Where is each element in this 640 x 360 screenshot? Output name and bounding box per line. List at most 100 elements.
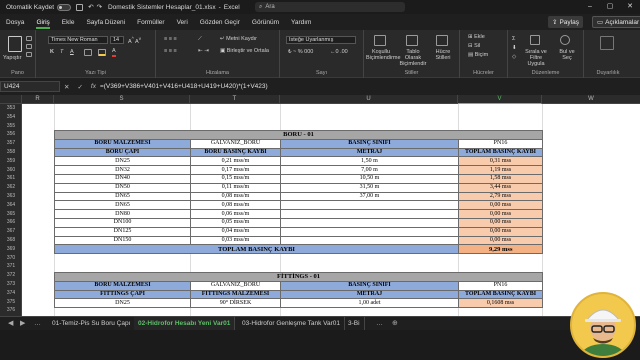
cell[interactable]: DN125 — [54, 226, 191, 237]
cell[interactable]: 1,58 mss — [457, 173, 544, 184]
align-top-icon[interactable]: ≡ ≡ ≡ — [164, 36, 177, 42]
cell[interactable]: 0,1608 mss — [457, 298, 544, 309]
search-box[interactable]: ⌕ Ara — [255, 2, 405, 12]
tab-dosya[interactable]: Dosya — [6, 19, 24, 26]
cell[interactable]: 0,04 mss/m — [190, 226, 281, 237]
cell[interactable]: 0,21 mss/m — [190, 156, 281, 167]
number-format-select[interactable]: İsteğe Uyarlanmış — [286, 36, 356, 44]
cell[interactable]: 31,50 m — [280, 182, 459, 193]
cell[interactable]: 0,06 mss/m — [190, 209, 281, 219]
cell[interactable]: DN65 — [54, 191, 191, 202]
fx-icon[interactable]: fx — [91, 83, 96, 90]
redo-icon[interactable]: ↷ — [97, 3, 102, 11]
row-header[interactable]: 371 — [0, 262, 22, 271]
find-select-label[interactable]: Bul ve Seç — [556, 49, 578, 61]
cancel-icon[interactable]: ✕ — [64, 83, 69, 91]
format-cells-button[interactable]: ▤ Biçim — [468, 52, 488, 58]
worksheet-grid[interactable]: BORU - 01 BORU MALZEMESİ GALVANİZ_BORU B… — [22, 104, 640, 316]
row-header[interactable]: 370 — [0, 254, 22, 263]
save-icon[interactable] — [76, 3, 84, 11]
cell[interactable]: DN50 — [54, 182, 191, 193]
paste-icon[interactable] — [8, 36, 22, 52]
cell[interactable] — [280, 226, 459, 237]
cell[interactable]: 0,00 mss — [457, 209, 544, 219]
cell[interactable]: 0,15 mss/m — [190, 173, 281, 184]
row-header[interactable]: 368 — [0, 236, 22, 245]
sheet-tab-03[interactable]: 03-Hidrofor Genleşme Tank Var01 — [238, 317, 346, 331]
cell[interactable]: 1,00 adet — [280, 298, 459, 309]
cell[interactable]: 1,19 mss — [457, 165, 544, 175]
bold-icon[interactable]: K — [50, 49, 54, 55]
cell-material[interactable]: GALVANİZ_BORU — [190, 138, 281, 149]
next-sheet-icon[interactable]: ▶ — [20, 317, 25, 331]
cell[interactable]: DN25 — [54, 298, 191, 309]
accounting-format-icon[interactable]: ₺ ~ % 000 — [288, 49, 313, 55]
sort-filter-icon[interactable] — [530, 35, 540, 45]
cell[interactable]: DN25 — [54, 156, 191, 167]
column-header-s[interactable]: S — [54, 95, 190, 104]
cell[interactable]: 0,03 mss/m — [190, 235, 281, 246]
prev-sheet-icon[interactable]: ◀ — [8, 317, 13, 331]
column-header-w[interactable]: W — [542, 95, 640, 104]
share-button[interactable]: ⇪ Paylaş — [548, 16, 583, 28]
cell[interactable]: 1,50 m — [280, 156, 459, 167]
align-left-icon[interactable]: ≡ ≡ ≡ — [164, 48, 177, 54]
cell[interactable]: DN150 — [54, 235, 191, 246]
cell[interactable]: 7,00 m — [280, 165, 459, 175]
row-header[interactable]: 374 — [0, 289, 22, 298]
cell[interactable]: 37,00 m — [280, 191, 459, 202]
row-header[interactable]: 363 — [0, 192, 22, 201]
row-header[interactable]: 354 — [0, 113, 22, 122]
indent-icon[interactable]: ⇤ ⇥ — [198, 48, 209, 54]
cell[interactable]: 0,00 mss — [457, 217, 544, 228]
row-header[interactable]: 367 — [0, 227, 22, 236]
tab-giris[interactable]: Giriş — [36, 19, 51, 29]
row-header[interactable]: 355 — [0, 122, 22, 131]
formula-input[interactable]: =(V369+V386+V401+V416+U418+U419+U420)*(1… — [100, 83, 268, 90]
row-header[interactable]: 358 — [0, 148, 22, 157]
paste-label[interactable]: Yapıştır — [3, 55, 22, 61]
sheet-tab-04[interactable]: 3-Bi — [344, 317, 365, 331]
orientation-icon[interactable]: ⟋ — [198, 36, 202, 43]
cell[interactable]: 0,00 mss — [457, 235, 544, 246]
tab-veri[interactable]: Veri — [177, 19, 188, 26]
insert-cells-button[interactable]: ⊞ Ekle — [468, 34, 485, 40]
cell[interactable]: 3,44 mss — [457, 182, 544, 193]
borders-icon[interactable] — [84, 49, 92, 56]
italic-icon[interactable]: T — [60, 49, 63, 55]
wrap-text-button[interactable]: ↵ Metni Kaydır — [220, 36, 257, 42]
cell[interactable]: DN32 — [54, 165, 191, 175]
cell-pressure-class[interactable]: PN16 — [457, 138, 544, 149]
total-value[interactable]: 9,29 mss — [457, 244, 544, 255]
cell[interactable] — [280, 209, 459, 219]
tab-gozden-gecir[interactable]: Gözden Geçir — [200, 19, 240, 26]
column-header-v[interactable]: V — [458, 95, 542, 104]
row-header[interactable]: 361 — [0, 174, 22, 183]
cell[interactable]: 0,05 mss/m — [190, 217, 281, 228]
row-header[interactable]: 369 — [0, 245, 22, 254]
fill-color-icon[interactable] — [98, 49, 106, 56]
find-select-icon[interactable] — [560, 35, 570, 45]
row-header[interactable]: 356 — [0, 130, 22, 139]
table-format-label[interactable]: Tablo Olarak Biçimlendir — [398, 49, 428, 67]
cell[interactable]: 90° DİRSEK — [190, 298, 281, 309]
cell[interactable] — [280, 235, 459, 246]
column-header-u[interactable]: U — [280, 95, 458, 104]
row-header[interactable]: 360 — [0, 166, 22, 175]
sheet-tab-01[interactable]: 01-Temiz-Pis Su Boru Çapı — [48, 317, 136, 331]
clear-icon[interactable]: ◇ — [512, 54, 516, 60]
cell-material[interactable]: GALVANİZ_BORU — [190, 280, 281, 291]
autosave-toggle[interactable] — [57, 3, 72, 11]
cell[interactable]: DN40 — [54, 173, 191, 184]
cell[interactable] — [280, 200, 459, 211]
row-header[interactable]: 364 — [0, 201, 22, 210]
font-color-icon[interactable]: A — [112, 48, 116, 57]
minimize-icon[interactable]: – — [580, 0, 600, 14]
enter-icon[interactable]: ✓ — [77, 83, 82, 91]
grow-font-icon[interactable]: A^ Av — [128, 36, 141, 45]
cell[interactable]: 0,31 mss — [457, 156, 544, 167]
column-header-t[interactable]: T — [190, 95, 280, 104]
tab-sayfa-duzeni[interactable]: Sayfa Düzeni — [86, 19, 125, 26]
cell[interactable]: DN65 — [54, 200, 191, 211]
cell[interactable]: 0,08 mss/m — [190, 191, 281, 202]
